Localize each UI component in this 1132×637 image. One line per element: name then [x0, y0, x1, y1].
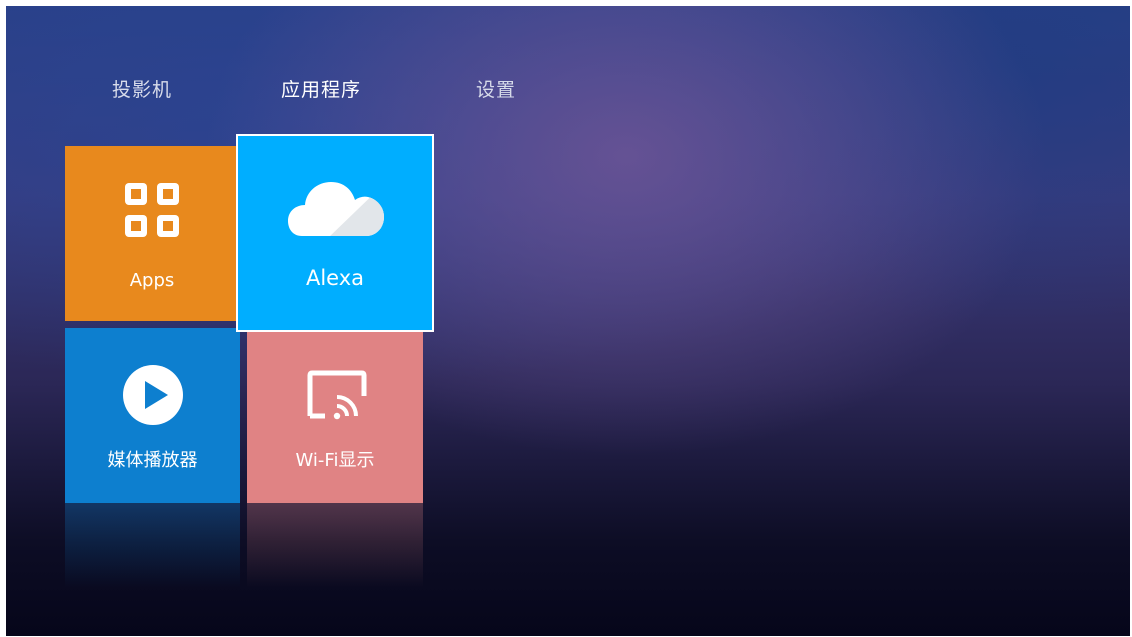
cloud-icon — [288, 182, 384, 236]
tab-label: 投影机 — [111, 79, 172, 101]
cast-icon — [307, 370, 367, 420]
media-tile-reflection — [65, 503, 240, 588]
apps-tile-label: Apps — [129, 270, 175, 291]
tab-applications[interactable]: 应用程序 — [246, 72, 396, 108]
wifi-display-tile[interactable]: Wi-Fi显示 — [247, 328, 423, 503]
wifi-display-tile-label: Wi-Fi显示 — [295, 450, 375, 471]
launcher-screen: 投影机 应用程序 设置 Apps Alexa 媒体播放器 Wi-Fi显示 — [6, 6, 1130, 636]
media-player-tile-label: 媒体播放器 — [107, 450, 198, 471]
wifi-tile-reflection — [247, 503, 423, 588]
top-nav: 投影机 应用程序 设置 — [6, 72, 606, 108]
tab-settings[interactable]: 设置 — [464, 72, 538, 108]
tab-projector[interactable]: 投影机 — [100, 72, 184, 108]
alexa-tile-label: Alexa — [305, 266, 365, 290]
apps-grid-icon — [125, 183, 179, 237]
tab-label: 设置 — [475, 79, 516, 101]
alexa-tile[interactable]: Alexa — [236, 134, 434, 332]
media-player-tile[interactable]: 媒体播放器 — [65, 328, 240, 503]
apps-tile[interactable]: Apps — [65, 146, 239, 321]
tab-label: 应用程序 — [280, 79, 361, 101]
play-icon — [123, 365, 183, 425]
